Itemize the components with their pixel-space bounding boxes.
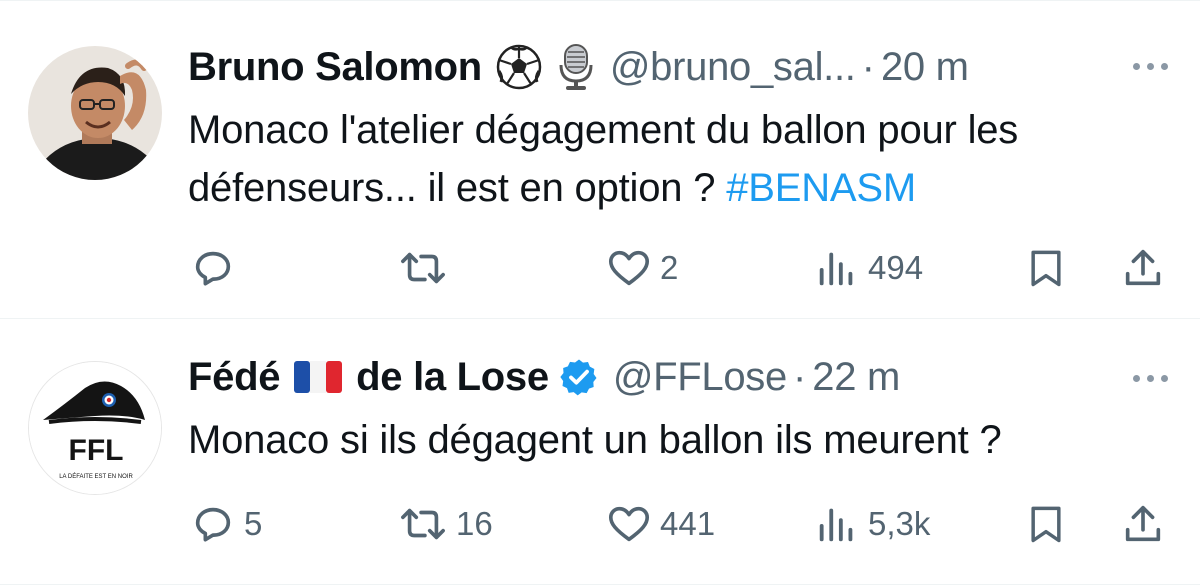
retweet-icon [401, 508, 445, 540]
retweet-icon [401, 252, 445, 284]
like-icon [608, 506, 650, 542]
timestamp[interactable]: 20 m [881, 43, 969, 91]
display-name-part1[interactable]: Fédé [188, 353, 280, 401]
reply-button[interactable] [190, 245, 244, 291]
retweet-button[interactable] [398, 245, 456, 291]
views-icon [819, 252, 853, 286]
verified-icon [559, 357, 599, 397]
soccer-ball-icon [496, 44, 542, 90]
ffl-logo: FFL LA DÉFAITE EST EN NOIR [29, 362, 161, 494]
share-button[interactable] [1120, 245, 1166, 291]
tweet-header: Fédé de la Lose @FFLose · 22 m [188, 353, 900, 401]
tweet-body: Monaco si ils dégagent un ballon ils meu… [188, 418, 1002, 462]
reply-icon [195, 507, 231, 542]
timestamp[interactable]: 22 m [812, 353, 900, 401]
like-button[interactable]: 2 [606, 245, 678, 291]
like-icon [608, 250, 650, 286]
reply-count: 5 [244, 505, 263, 542]
tweet[interactable]: Bruno Salomon @bruno_sal... · 20 m Monac… [0, 0, 1200, 318]
retweet-count: 16 [456, 505, 493, 542]
views-count: 494 [868, 249, 924, 286]
separator-dot: · [861, 45, 875, 89]
bookmark-button[interactable] [1024, 245, 1068, 291]
reply-button[interactable]: 5 [190, 501, 262, 547]
hashtag-link[interactable]: #BENASM [726, 166, 916, 210]
avatar[interactable] [28, 46, 162, 180]
display-name[interactable]: Bruno Salomon [188, 43, 482, 91]
tweet[interactable]: FFL LA DÉFAITE EST EN NOIR Fédé de la Lo… [0, 318, 1200, 585]
avatar-caption: LA DÉFAITE EST EN NOIR [59, 473, 133, 480]
more-icon[interactable] [1133, 375, 1168, 382]
avatar[interactable]: FFL LA DÉFAITE EST EN NOIR [28, 361, 162, 495]
reply-icon [195, 251, 231, 286]
share-icon [1125, 249, 1161, 286]
bookmark-icon [1031, 250, 1061, 287]
bookmark-button[interactable] [1024, 501, 1068, 547]
like-count: 441 [660, 505, 716, 542]
bookmark-icon [1031, 506, 1061, 543]
tweet-text: Monaco si ils dégagent un ballon ils meu… [188, 411, 1178, 469]
tweet-header: Bruno Salomon @bruno_sal... · 20 m [188, 43, 969, 91]
views-icon [819, 508, 853, 542]
share-icon [1125, 505, 1161, 542]
views-button[interactable]: 5,3k [814, 501, 930, 547]
user-handle[interactable]: @FFLose [613, 353, 787, 401]
views-button[interactable]: 494 [814, 245, 923, 291]
like-count: 2 [660, 249, 679, 286]
tweet-text: Monaco l'atelier dégagement du ballon po… [188, 101, 1178, 217]
user-handle[interactable]: @bruno_sal... [610, 43, 856, 91]
france-flag-icon [294, 359, 343, 395]
avatar-ffl-text: FFL [69, 434, 124, 467]
share-button[interactable] [1120, 501, 1166, 547]
separator-dot: · [792, 355, 807, 399]
avatar-photo [28, 46, 162, 180]
views-count: 5,3k [868, 505, 931, 542]
microphone-icon [556, 43, 596, 91]
like-button[interactable]: 441 [606, 501, 715, 547]
display-name-part2[interactable]: de la Lose [356, 353, 549, 401]
retweet-button[interactable]: 16 [398, 501, 493, 547]
more-icon[interactable] [1133, 63, 1168, 70]
